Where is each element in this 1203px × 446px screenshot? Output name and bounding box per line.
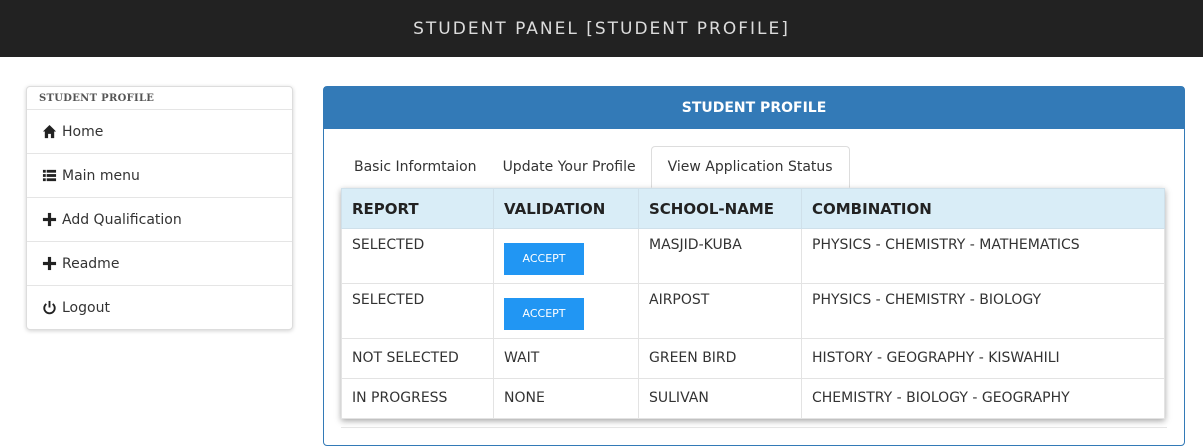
tab-view-application-status[interactable]: View Application Status bbox=[650, 146, 850, 188]
accept-button[interactable]: ACCEPT bbox=[504, 298, 584, 330]
panel-divider bbox=[341, 427, 1167, 428]
sidebar: STUDENT PROFILE Home Main menu Add Quali… bbox=[26, 86, 293, 330]
combination-cell: HISTORY - GEOGRAPHY - KISWAHILI bbox=[801, 338, 1165, 379]
tab-basic-information[interactable]: Basic Informtaion bbox=[341, 146, 490, 188]
school-name-cell: SULIVAN bbox=[638, 378, 802, 419]
tab-update-profile[interactable]: Update Your Profile bbox=[490, 146, 649, 188]
column-header-school-name: SCHOOL-NAME bbox=[638, 188, 802, 229]
table-row: NOT SELECTED WAIT GREEN BIRD HISTORY - G… bbox=[341, 338, 1165, 379]
report-cell: IN PROGRESS bbox=[341, 378, 494, 419]
validation-cell: NONE bbox=[493, 378, 639, 419]
validation-cell: WAIT bbox=[493, 338, 639, 379]
validation-cell: ACCEPT bbox=[493, 228, 639, 284]
column-header-report: REPORT bbox=[341, 188, 494, 229]
accept-button[interactable]: ACCEPT bbox=[504, 243, 584, 275]
combination-cell: CHEMISTRY - BIOLOGY - GEOGRAPHY bbox=[801, 378, 1165, 419]
school-name-cell: AIRPOST bbox=[638, 283, 802, 339]
sidebar-item-add-qualification[interactable]: Add Qualification bbox=[27, 197, 292, 241]
plus-icon bbox=[41, 256, 57, 272]
table-row: SELECTED ACCEPT AIRPOST PHYSICS - CHEMIS… bbox=[341, 283, 1165, 339]
plus-icon bbox=[41, 212, 57, 228]
student-profile-panel: STUDENT PROFILE Basic Informtaion Update… bbox=[323, 86, 1185, 446]
column-header-validation: VALIDATION bbox=[493, 188, 639, 229]
school-name-cell: MASJID-KUBA bbox=[638, 228, 802, 284]
sidebar-item-label: Home bbox=[62, 123, 104, 140]
sidebar-item-home[interactable]: Home bbox=[27, 109, 292, 153]
table-row: SELECTED ACCEPT MASJID-KUBA PHYSICS - CH… bbox=[341, 228, 1165, 284]
panel-title: STUDENT PROFILE bbox=[324, 87, 1184, 129]
report-cell: SELECTED bbox=[341, 228, 494, 284]
page-title: STUDENT PANEL [STUDENT PROFILE] bbox=[413, 18, 790, 39]
report-cell: NOT SELECTED bbox=[341, 338, 494, 379]
report-cell: SELECTED bbox=[341, 283, 494, 339]
sidebar-heading: STUDENT PROFILE bbox=[39, 93, 155, 104]
sidebar-item-label: Add Qualification bbox=[62, 211, 182, 228]
combination-cell: PHYSICS - CHEMISTRY - MATHEMATICS bbox=[801, 228, 1165, 284]
application-status-table: REPORT VALIDATION SCHOOL-NAME COMBINATIO… bbox=[341, 188, 1165, 419]
sidebar-item-logout[interactable]: Logout bbox=[27, 285, 292, 329]
column-header-combination: COMBINATION bbox=[801, 188, 1165, 229]
school-name-cell: GREEN BIRD bbox=[638, 338, 802, 379]
combination-cell: PHYSICS - CHEMISTRY - BIOLOGY bbox=[801, 283, 1165, 339]
home-icon bbox=[41, 124, 57, 140]
table-row: IN PROGRESS NONE SULIVAN CHEMISTRY - BIO… bbox=[341, 378, 1165, 419]
sidebar-item-label: Main menu bbox=[62, 167, 140, 184]
sidebar-item-readme[interactable]: Readme bbox=[27, 241, 292, 285]
profile-tabs: Basic Informtaion Update Your Profile Vi… bbox=[341, 146, 1167, 188]
list-icon bbox=[41, 168, 57, 184]
power-icon bbox=[41, 300, 57, 316]
sidebar-item-label: Logout bbox=[62, 299, 110, 316]
sidebar-item-main-menu[interactable]: Main menu bbox=[27, 153, 292, 197]
sidebar-item-label: Readme bbox=[62, 255, 120, 272]
validation-cell: ACCEPT bbox=[493, 283, 639, 339]
top-header-bar: STUDENT PANEL [STUDENT PROFILE] bbox=[0, 0, 1203, 57]
table-header-row: REPORT VALIDATION SCHOOL-NAME COMBINATIO… bbox=[341, 188, 1165, 229]
